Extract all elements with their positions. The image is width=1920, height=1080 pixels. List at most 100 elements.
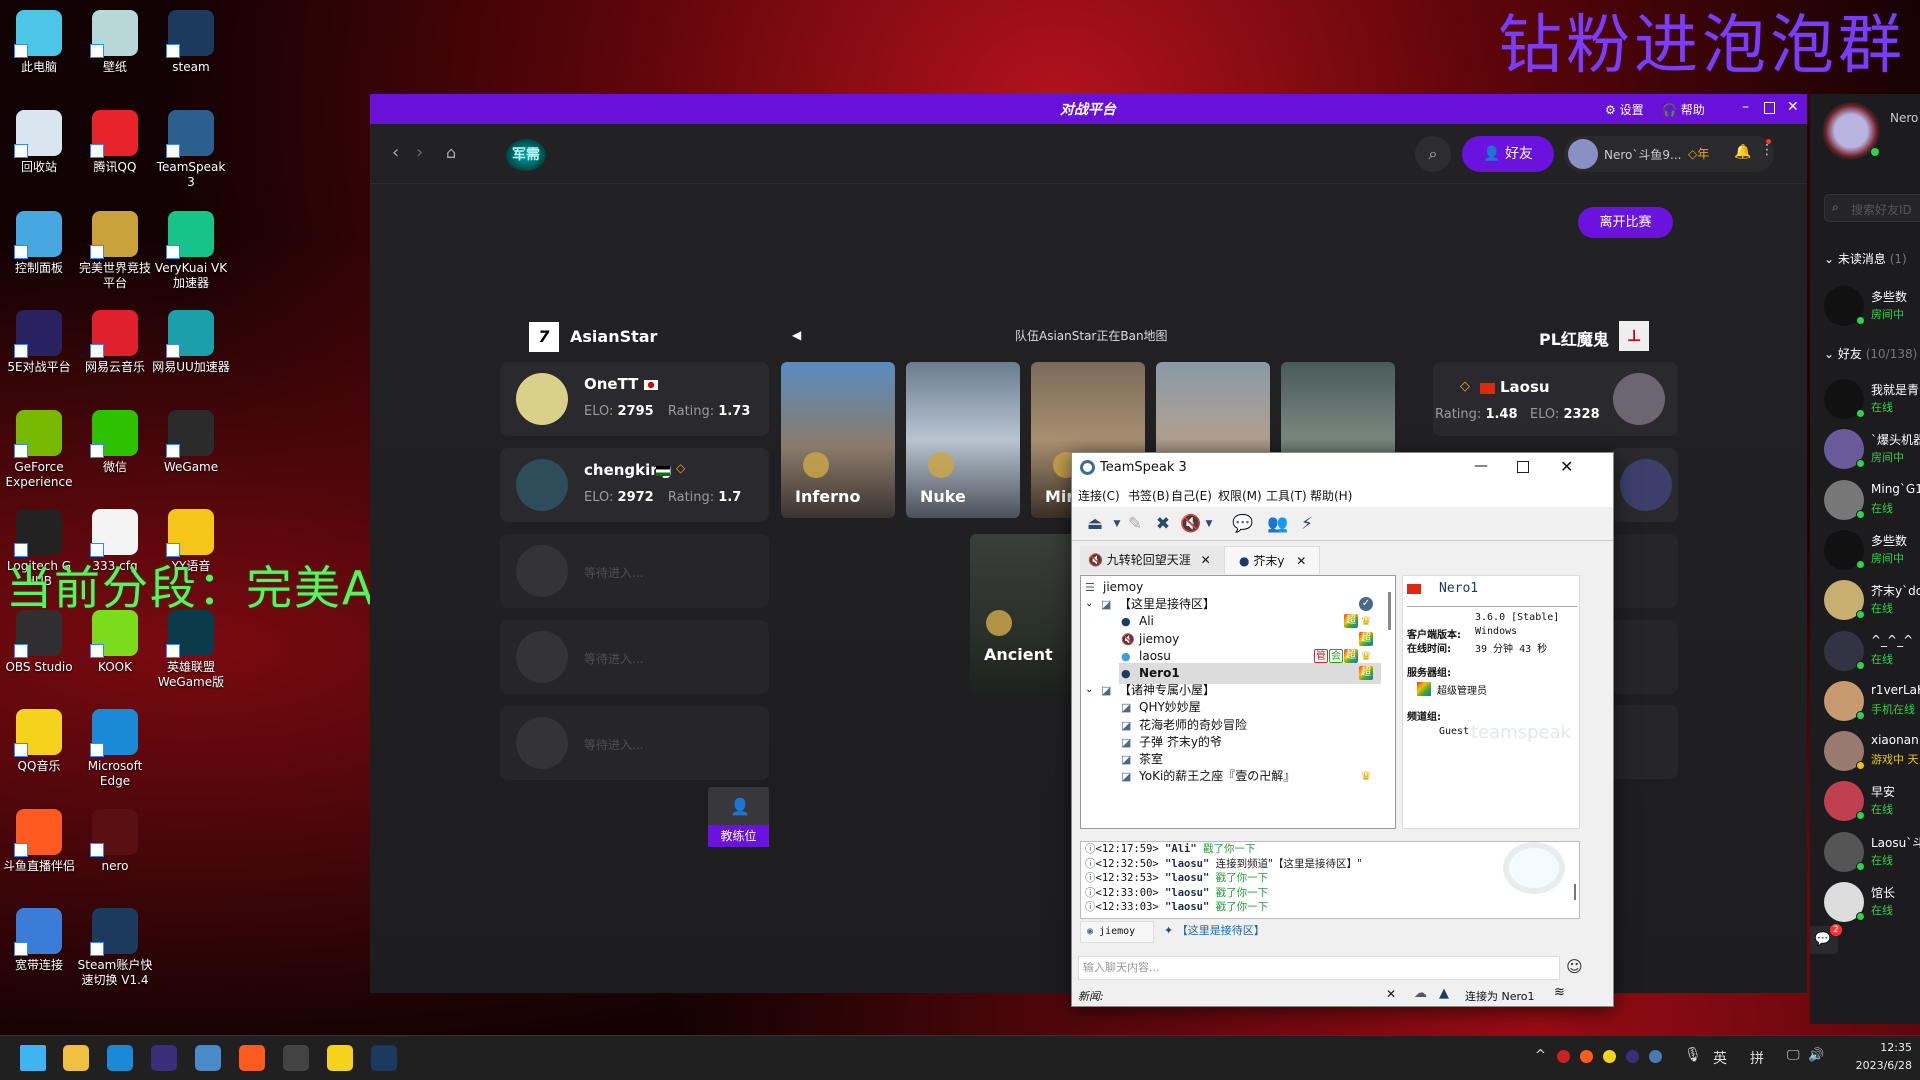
clock-date[interactable]: 2023/6/28 xyxy=(1842,1059,1912,1072)
away-chat-icon[interactable]: 💬 xyxy=(1232,513,1254,535)
desktop-icon[interactable]: KOOK xyxy=(76,610,154,675)
menu-item[interactable]: 权限(M) xyxy=(1218,487,1262,504)
dropdown-arrow-icon[interactable]: ▼ xyxy=(1198,513,1220,535)
chat-input[interactable]: 输入聊天内容... xyxy=(1078,956,1560,980)
menu-item[interactable]: 自己(E) xyxy=(1171,487,1212,504)
friend-item[interactable]: Ming`G1c 在线 xyxy=(1824,478,1920,522)
contacts-icon[interactable]: 👥 xyxy=(1267,513,1289,535)
leave-match-button[interactable]: 离开比赛 xyxy=(1578,207,1673,238)
tab-server-2[interactable]: ● 芥末y ✕ xyxy=(1224,546,1320,574)
close-button[interactable]: ✕ xyxy=(1560,457,1573,476)
friends-button[interactable]: 👤 好友 xyxy=(1462,136,1554,172)
friend-item[interactable]: xiaonan 游戏中 天 xyxy=(1824,729,1920,773)
desktop-icon[interactable]: 斗鱼直播伴侣 xyxy=(0,809,78,874)
network-icon[interactable]: 🖵 xyxy=(1787,1048,1800,1063)
warning-icon[interactable]: ▲ xyxy=(1439,986,1449,1001)
tray-app-icon[interactable] xyxy=(1603,1050,1616,1063)
desktop-icon[interactable]: 回收站 xyxy=(0,110,78,175)
desktop-icon[interactable]: OBS Studio xyxy=(0,610,78,675)
chat-tab-channel[interactable]: ✦ 【这里是接待区】 xyxy=(1156,921,1284,943)
desktop-icon[interactable]: 控制面板 xyxy=(0,211,78,276)
microphone-icon[interactable]: 🎙 xyxy=(1684,1047,1702,1063)
tray-app-icon[interactable] xyxy=(1626,1050,1639,1063)
friend-item[interactable]: 我就是青 在线 xyxy=(1824,377,1920,421)
desktop-icon[interactable]: 此电脑 xyxy=(0,10,78,75)
friend-item[interactable]: ^_^_^ 在线 xyxy=(1824,629,1920,673)
coach-slot[interactable]: 👤 教练位 xyxy=(708,787,769,847)
desktop-icon[interactable]: 网易UU加速器 xyxy=(152,310,230,375)
desktop-icon[interactable]: 壁纸 xyxy=(76,10,154,75)
bell-icon[interactable]: 🔔 xyxy=(1734,144,1751,160)
player-card[interactable] xyxy=(1610,448,1678,522)
taskbar-start[interactable] xyxy=(20,1045,46,1071)
settings-button[interactable]: ⚙ 设置 xyxy=(1605,101,1644,118)
tray-app-icon[interactable] xyxy=(1580,1050,1593,1063)
desktop-icon[interactable]: nero xyxy=(76,809,154,874)
desktop-icon[interactable]: TeamSpeak 3 xyxy=(152,110,230,190)
channel-row[interactable]: ◪ YoKi的薪王之座『壹の卍解』 ♛ xyxy=(1081,766,1381,787)
back-arrow-icon[interactable]: ‹ xyxy=(392,142,399,163)
tray-overflow-icon[interactable]: ^ xyxy=(1535,1048,1546,1063)
tray-app-icon[interactable] xyxy=(1649,1050,1662,1063)
taskbar-edge[interactable] xyxy=(107,1045,133,1071)
desktop-icon[interactable]: 5E对战平台 xyxy=(0,310,78,375)
ime-language[interactable]: 英 xyxy=(1713,1048,1727,1068)
home-icon[interactable]: ⌂ xyxy=(446,143,456,162)
friend-item[interactable]: 芥末y`do 在线 xyxy=(1824,578,1920,622)
minimize-button[interactable]: — xyxy=(1474,458,1488,474)
poke-icon[interactable]: ⚡ xyxy=(1296,513,1318,535)
taskbar-qqmusic[interactable] xyxy=(327,1045,353,1071)
close-tab-icon[interactable]: ✕ xyxy=(1296,554,1306,568)
chat-tab-server[interactable]: ◉ jiemoy xyxy=(1080,921,1154,943)
desktop-icon[interactable]: 英雄联盟WeGame版 xyxy=(152,610,230,690)
taskbar-5e[interactable] xyxy=(151,1045,177,1071)
menu-item[interactable]: 书签(B) xyxy=(1128,487,1170,504)
emoji-icon[interactable]: ☺ xyxy=(1566,957,1583,976)
more-menu-icon[interactable]: ⋮ xyxy=(1760,142,1774,158)
desktop-icon[interactable]: Steam账户快速切换 V1.4 xyxy=(76,908,154,988)
volume-icon[interactable]: 🔊 xyxy=(1808,1048,1824,1063)
player-card[interactable]: ◇ Laosu Rating: 1.48 ELO: 2328 xyxy=(1433,362,1678,436)
close-tab-icon[interactable]: ✕ xyxy=(1201,553,1211,567)
desktop-icon[interactable]: 宽带连接 xyxy=(0,908,78,973)
close-news-icon[interactable]: ✕ xyxy=(1386,987,1396,1001)
friend-item[interactable]: 多些数 房间中 xyxy=(1824,284,1920,328)
maximize-button[interactable] xyxy=(1764,102,1775,114)
menu-item[interactable]: 帮助(H) xyxy=(1310,487,1352,504)
forward-arrow-icon[interactable]: › xyxy=(416,142,423,163)
help-button[interactable]: 🎧 帮助 xyxy=(1662,101,1705,118)
cloud-icon[interactable]: ☁ xyxy=(1414,986,1427,1001)
taskbar-steam[interactable] xyxy=(371,1045,397,1071)
clock-time[interactable]: 12:35 xyxy=(1862,1041,1912,1054)
desktop-icon[interactable]: 腾讯QQ xyxy=(76,110,154,175)
scrollbar[interactable] xyxy=(1574,884,1576,900)
menu-item[interactable]: 连接(C) xyxy=(1078,487,1120,504)
taskbar-obs[interactable] xyxy=(283,1045,309,1071)
desktop-icon[interactable]: steam xyxy=(152,10,230,75)
desktop-icon[interactable]: Microsoft Edge xyxy=(76,709,154,789)
friend-item[interactable]: r1verLaK 手机在线 xyxy=(1824,679,1920,723)
map-card[interactable]: Nuke xyxy=(906,362,1020,518)
tab-server-1[interactable]: 🔇 九转轮回望天涯 ✕ xyxy=(1080,546,1224,574)
menu-item[interactable]: 工具(T) xyxy=(1266,487,1307,504)
friend-item[interactable]: 早安 在线 xyxy=(1824,779,1920,823)
speaker-mute-icon[interactable]: ✖ xyxy=(1152,513,1174,535)
desktop-icon[interactable]: QQ音乐 xyxy=(0,709,78,774)
ime-mode[interactable]: 拼 xyxy=(1750,1048,1764,1068)
taskbar-douyu[interactable] xyxy=(239,1045,265,1071)
desktop-icon[interactable]: WeGame xyxy=(152,410,230,475)
unread-section-header[interactable]: ⌄ 未读消息 (1) xyxy=(1824,250,1907,267)
microphone-mute-icon[interactable]: ✎ xyxy=(1124,513,1146,535)
desktop-icon[interactable]: 网易云音乐 xyxy=(76,310,154,375)
desktop-icon[interactable]: GeForce Experience xyxy=(0,410,78,490)
friend-item[interactable]: 馆长 在线 xyxy=(1824,880,1920,924)
map-card[interactable]: Ancient xyxy=(970,534,1080,694)
tray-app-icon[interactable] xyxy=(1557,1050,1570,1063)
close-button[interactable]: ✕ xyxy=(1787,99,1799,115)
map-card[interactable]: Inferno xyxy=(781,362,895,518)
friend-item[interactable]: Laosu`斗 在线 xyxy=(1824,830,1920,874)
player-card[interactable]: OneTT ELO: 2795 Rating: 1.73 xyxy=(500,362,769,436)
disconnect-icon[interactable]: ⏏ xyxy=(1084,513,1106,535)
search-icon[interactable]: ⌕ xyxy=(1415,136,1451,172)
friend-item[interactable]: 多些数 房间中 xyxy=(1824,528,1920,572)
